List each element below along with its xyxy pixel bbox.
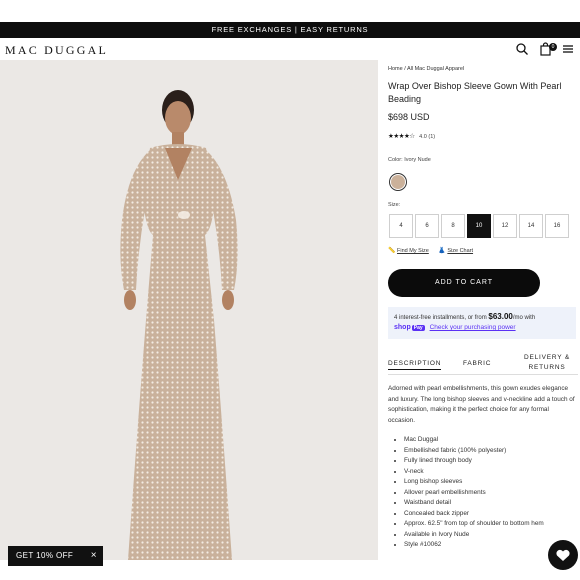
menu-icon[interactable]	[561, 42, 575, 56]
size-option[interactable]: 6	[415, 214, 439, 238]
installments-prefix: 4 interest-free installments, or from	[394, 315, 487, 321]
tab-fabric[interactable]: FABRIC	[463, 360, 491, 367]
list-item: Allover pearl embellishments	[404, 488, 580, 499]
installments-text: 4 interest-free installments, or from $6…	[394, 312, 535, 321]
size-option-selected[interactable]: 10	[467, 214, 491, 238]
rating-count: (1)	[428, 134, 436, 140]
size-option[interactable]: 8	[441, 214, 465, 238]
product-description: Adorned with pearl embellishments, this …	[388, 385, 575, 424]
color-swatch-ivory-nude[interactable]	[389, 173, 407, 191]
list-item: Concealed back zipper	[404, 509, 580, 520]
size-selector: 4 6 8 10 12 14 16	[389, 214, 571, 238]
size-label: Size:	[388, 202, 401, 208]
size-option[interactable]: 4	[389, 214, 413, 238]
installments-amount: $63.00	[488, 312, 513, 321]
product-title: Wrap Over Bishop Sleeve Gown With Pearl …	[388, 81, 562, 104]
product-image[interactable]	[0, 60, 378, 560]
discount-promo-button[interactable]: GET 10% OFF ×	[8, 546, 103, 566]
check-purchasing-power-link[interactable]: Check your purchasing power	[430, 324, 516, 331]
brand-logo[interactable]: MAC DUGGAL	[5, 43, 108, 58]
tab-delivery-returns[interactable]: DELIVERY & RETURNS	[518, 354, 576, 371]
site-header: MAC DUGGAL	[0, 38, 580, 60]
tab-description[interactable]: DESCRIPTION	[388, 360, 442, 370]
promo-label: GET 10% OFF	[16, 551, 74, 560]
installments-suffix: /mo with	[512, 315, 536, 321]
search-icon[interactable]	[515, 42, 529, 56]
list-item: Mac Duggal	[404, 435, 580, 446]
find-my-size-link[interactable]: Find My Size	[397, 248, 429, 254]
chat-button[interactable]	[548, 540, 578, 570]
list-item: Fully lined through body	[404, 456, 580, 467]
color-label: Color: Ivory Nude	[388, 157, 431, 163]
size-chart-link[interactable]: Size Chart	[447, 248, 473, 254]
rating-stars-icon: ★★★★☆	[388, 133, 415, 140]
size-option[interactable]: 14	[519, 214, 543, 238]
rating-score: 4.0	[419, 134, 427, 140]
model-in-gown-illustration	[0, 60, 378, 560]
product-rating[interactable]: ★★★★☆ 4.0 (1)	[388, 132, 435, 140]
add-to-cart-button[interactable]: ADD TO CART	[388, 269, 540, 297]
list-item: Waistband detail	[404, 498, 580, 509]
announcement-bar: FREE EXCHANGES | EASY RETURNS	[0, 22, 580, 38]
size-option[interactable]: 16	[545, 214, 569, 238]
tab-returns-label: RETURNS	[528, 364, 566, 371]
size-guides: 📏 Find My Size 👗 Size Chart	[388, 247, 481, 254]
list-item: Embellished fabric (100% polyester)	[404, 446, 580, 457]
shop-pay-badge: Pay	[411, 325, 425, 331]
list-item: Long bishop sleeves	[404, 477, 580, 488]
feature-list: Mac Duggal Embellished fabric (100% poly…	[396, 435, 580, 551]
breadcrumb[interactable]: Home / All Mac Duggal Apparel	[388, 66, 464, 72]
shop-pay-line: shop Pay Check your purchasing power	[394, 324, 516, 331]
ruler-icon: 📏	[388, 248, 396, 254]
cart-count-badge: 0	[549, 43, 557, 51]
product-price: $698 USD	[388, 112, 430, 122]
list-item: Available in Ivory Nude	[404, 530, 580, 541]
list-item: V-neck	[404, 467, 580, 478]
swatch-fill	[391, 175, 405, 189]
size-option[interactable]: 12	[493, 214, 517, 238]
heart-chat-icon	[556, 549, 570, 561]
product-tabs: DESCRIPTION FABRIC DELIVERY & RETURNS	[388, 352, 578, 375]
shop-pay-logo: shop	[394, 324, 411, 331]
list-item: Approx. 62.5" from top of shoulder to bo…	[404, 519, 580, 530]
size-chart-icon: 👗	[438, 248, 446, 254]
tab-delivery-label: DELIVERY &	[523, 354, 571, 361]
shop-pay-installments: 4 interest-free installments, or from $6…	[388, 307, 576, 339]
close-icon[interactable]: ×	[91, 546, 97, 566]
